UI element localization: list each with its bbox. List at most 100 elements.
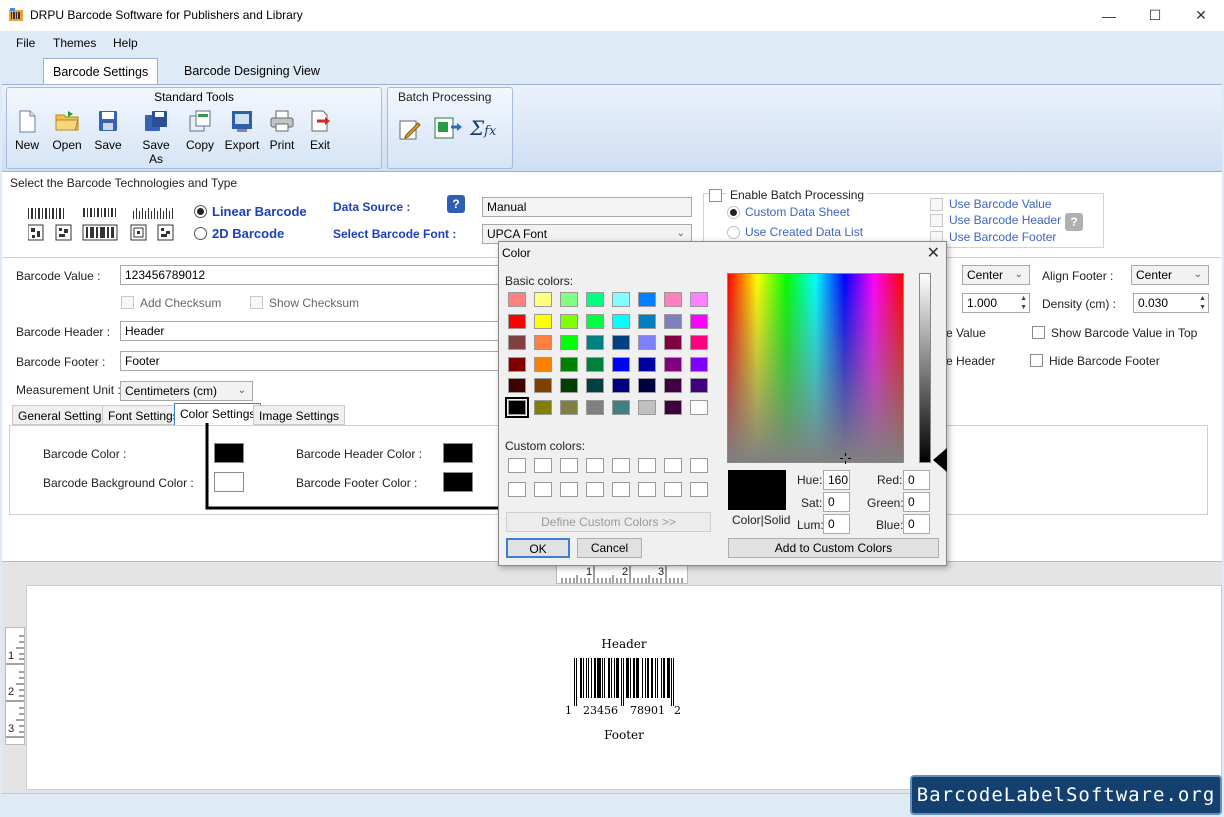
- define-custom-colors-button[interactable]: Define Custom Colors >>: [506, 512, 711, 532]
- align-header-select[interactable]: Center ⌄: [962, 265, 1030, 285]
- basic-color-swatch[interactable]: [586, 399, 604, 415]
- basic-color-swatch[interactable]: [508, 292, 526, 307]
- basic-color-swatch[interactable]: [638, 356, 656, 372]
- show-checksum-checkbox[interactable]: [250, 296, 263, 309]
- sat-input[interactable]: 0: [823, 492, 850, 512]
- use-header-checkbox[interactable]: [930, 214, 943, 227]
- add-to-custom-colors-button[interactable]: Add to Custom Colors: [728, 538, 939, 558]
- basic-color-swatch[interactable]: [534, 313, 552, 329]
- green-input[interactable]: 0: [903, 492, 930, 512]
- ok-button[interactable]: OK: [506, 538, 570, 558]
- linear-barcode-radio[interactable]: [194, 205, 207, 218]
- basic-color-swatch[interactable]: [612, 399, 630, 415]
- basic-color-swatch[interactable]: [690, 313, 708, 329]
- basic-color-swatch[interactable]: [534, 356, 552, 372]
- save-as-button[interactable]: Save As: [134, 109, 178, 166]
- help-icon[interactable]: ?: [447, 195, 465, 213]
- basic-color-swatch[interactable]: [664, 356, 682, 372]
- custom-color-swatch[interactable]: [508, 458, 526, 473]
- basic-color-swatch[interactable]: [612, 335, 630, 350]
- custom-color-swatch[interactable]: [508, 482, 526, 497]
- basic-color-swatch[interactable]: [586, 292, 604, 307]
- menu-help[interactable]: Help: [113, 36, 138, 50]
- density-stepper[interactable]: 0.030 ▲ ▼: [1133, 293, 1209, 313]
- use-value-checkbox[interactable]: [930, 198, 943, 211]
- custom-color-swatch[interactable]: [534, 458, 552, 473]
- export-button[interactable]: Export: [220, 109, 264, 152]
- stepper-arrows-icon[interactable]: ▲ ▼: [1199, 294, 1206, 312]
- basic-color-swatch[interactable]: [534, 378, 552, 393]
- basic-color-swatch[interactable]: [612, 313, 630, 329]
- basic-color-swatch[interactable]: [508, 356, 526, 372]
- basic-color-swatch[interactable]: [664, 292, 682, 307]
- menu-file[interactable]: File: [16, 36, 35, 50]
- excel-import-icon[interactable]: [433, 115, 463, 141]
- 2d-barcode-radio[interactable]: [194, 227, 207, 240]
- exit-button[interactable]: Exit: [298, 109, 342, 152]
- barcode-header-input[interactable]: Header: [120, 321, 510, 341]
- enable-batch-checkbox[interactable]: [709, 189, 722, 202]
- basic-color-swatch[interactable]: [690, 356, 708, 372]
- custom-color-swatch[interactable]: [560, 458, 578, 473]
- basic-color-swatch[interactable]: [560, 313, 578, 329]
- basic-color-swatch[interactable]: [560, 399, 578, 415]
- basic-color-swatch[interactable]: [586, 335, 604, 350]
- barcode-value-input[interactable]: 123456789012: [120, 265, 510, 285]
- custom-sheet-radio[interactable]: [727, 206, 740, 219]
- custom-color-swatch[interactable]: [638, 482, 656, 497]
- edit-sheet-icon[interactable]: [398, 117, 422, 141]
- basic-color-swatch[interactable]: [508, 313, 526, 329]
- basic-color-swatch[interactable]: [664, 335, 682, 350]
- show-value-top-checkbox[interactable]: [1032, 326, 1045, 339]
- hue-input[interactable]: 160: [823, 470, 850, 490]
- basic-color-swatch[interactable]: [638, 335, 656, 350]
- custom-color-swatch[interactable]: [664, 482, 682, 497]
- add-checksum-checkbox[interactable]: [121, 296, 134, 309]
- dialog-close-icon[interactable]: ✕: [927, 243, 940, 263]
- basic-color-swatch[interactable]: [586, 313, 604, 329]
- basic-color-swatch[interactable]: [612, 292, 630, 307]
- hide-footer-checkbox[interactable]: [1030, 354, 1043, 367]
- basic-color-swatch[interactable]: [586, 378, 604, 393]
- basic-color-swatch[interactable]: [690, 378, 708, 393]
- cancel-button[interactable]: Cancel: [577, 538, 642, 558]
- lum-input[interactable]: 0: [823, 514, 850, 534]
- subtab-font-settings[interactable]: Font Settings: [102, 405, 185, 425]
- basic-color-swatch[interactable]: [638, 313, 656, 329]
- created-list-radio[interactable]: [727, 226, 740, 239]
- basic-color-swatch[interactable]: [534, 292, 552, 307]
- basic-color-swatch[interactable]: [508, 378, 526, 393]
- color-spectrum[interactable]: [727, 273, 904, 464]
- basic-color-swatch[interactable]: [664, 313, 682, 329]
- custom-color-swatch[interactable]: [560, 482, 578, 497]
- basic-color-swatch[interactable]: [508, 335, 526, 350]
- barcode-footer-input[interactable]: Footer: [120, 351, 510, 371]
- basic-color-swatch[interactable]: [560, 335, 578, 350]
- basic-color-swatch[interactable]: [505, 396, 529, 418]
- ratio-stepper[interactable]: 1.000 ▲ ▼: [962, 293, 1030, 313]
- basic-color-swatch[interactable]: [560, 292, 578, 307]
- custom-color-swatch[interactable]: [612, 458, 630, 473]
- custom-color-swatch[interactable]: [586, 458, 604, 473]
- red-input[interactable]: 0: [903, 470, 930, 490]
- barcode-preview[interactable]: Header 1 23456 78901 2 Footer: [558, 630, 690, 748]
- basic-color-swatch[interactable]: [638, 378, 656, 393]
- maximize-icon[interactable]: ☐: [1132, 0, 1178, 31]
- basic-color-swatch[interactable]: [690, 399, 708, 415]
- basic-color-swatch[interactable]: [664, 378, 682, 393]
- align-footer-select[interactable]: Center ⌄: [1131, 265, 1209, 285]
- open-button[interactable]: Open: [45, 109, 89, 152]
- new-button[interactable]: New: [5, 109, 49, 152]
- copy-button[interactable]: Copy: [178, 109, 222, 152]
- basic-color-swatch[interactable]: [612, 378, 630, 393]
- basic-color-swatch[interactable]: [534, 335, 552, 350]
- formula-icon[interactable]: Σfx: [470, 116, 496, 140]
- minimize-icon[interactable]: —: [1086, 0, 1132, 31]
- basic-color-swatch[interactable]: [586, 356, 604, 372]
- save-button[interactable]: Save: [86, 109, 130, 152]
- blue-input[interactable]: 0: [903, 514, 930, 534]
- basic-color-swatch[interactable]: [560, 356, 578, 372]
- measurement-unit-select[interactable]: Centimeters (cm) ⌄: [120, 381, 253, 401]
- custom-color-swatch[interactable]: [664, 458, 682, 473]
- subtab-general-settings[interactable]: General Settings: [12, 405, 114, 425]
